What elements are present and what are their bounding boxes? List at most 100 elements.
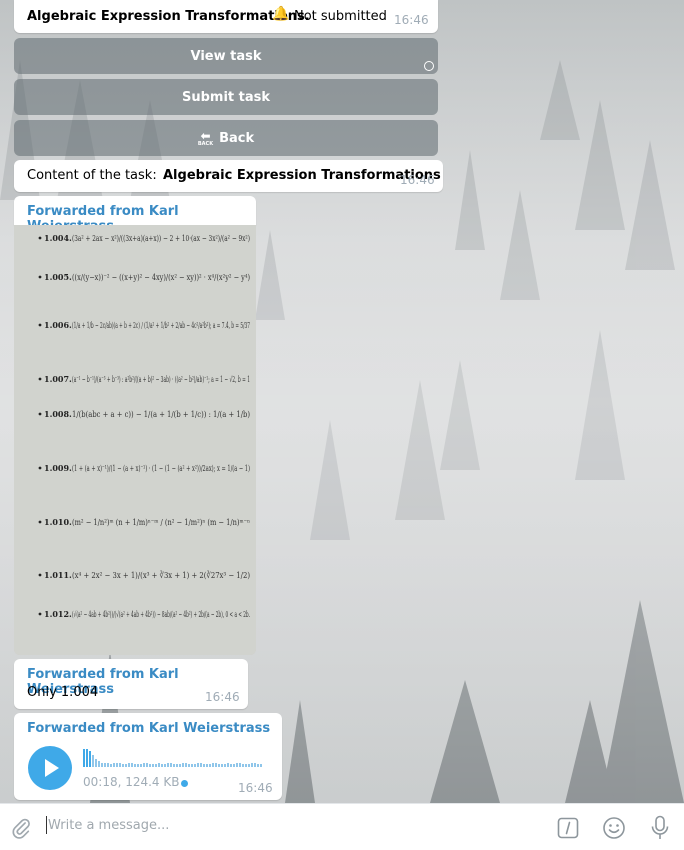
exercise-expression: (m² − 1/n²)ᵐ (n + 1/m)ⁿ⁻ᵐ / (n² − 1/m²)ⁿ… (72, 518, 250, 527)
exercise-number: 1.006. (44, 320, 72, 330)
waveform-bar (107, 763, 109, 767)
waveform-bar (239, 763, 241, 767)
exercise-expression: (1/a + 1/b − 2c/ab)(a + b + 2c) / (1/a² … (72, 321, 250, 330)
waveform-bar (236, 763, 238, 767)
waveform-bar (221, 764, 223, 767)
waveform-bar (173, 764, 175, 767)
exercise-expression: (x⁴ + 2x² − 3x + 1)/(x³ + ∛3x + 1) + 2(∛… (72, 570, 250, 580)
waveform-bar (185, 763, 187, 767)
submit-task-label: Submit task (181, 89, 271, 105)
waveform-bar (224, 764, 226, 767)
exercise-expression: 1/(b(abc + a + c)) − 1/(a + 1/(b + 1/c))… (72, 410, 250, 419)
waveform-bar (200, 763, 202, 767)
waveform-bar (116, 763, 118, 767)
waveform-bar (242, 764, 244, 767)
waveform-bar (176, 764, 178, 767)
waveform-bar (203, 764, 205, 767)
waveform-bar (233, 764, 235, 767)
clock-icon (424, 61, 434, 71)
waveform-bar (218, 764, 220, 767)
view-task-button[interactable]: View task (14, 38, 438, 74)
back-label: Back (219, 130, 255, 146)
task-status-message: Algebraic Expression Transformations. 🔔 … (14, 0, 438, 33)
message-input[interactable]: Write a message... (48, 818, 169, 833)
waveform-bar (215, 763, 217, 767)
waveform-bar (92, 755, 94, 767)
waveform-bar (209, 764, 211, 767)
message-time: 16:46 (394, 13, 429, 27)
forwarded-text-message: Forwarded from Karl Weierstrass Only 1.0… (14, 659, 248, 709)
exercise-expression: (1 + (a + x)⁻¹)/(1 − (a + x)⁻¹) · (1 − (… (72, 464, 250, 473)
waveform-bar (86, 749, 88, 767)
message-text: Only 1.004 (27, 685, 99, 700)
task-title: Algebraic Expression Transformations. (27, 9, 310, 24)
waveform-bar (245, 764, 247, 767)
waveform-bar (134, 764, 136, 767)
waveform-bar (113, 763, 115, 767)
waveform-bar (197, 763, 199, 767)
waveform-bar (194, 764, 196, 767)
task-content-message: Content of the task: Algebraic Expressio… (14, 160, 443, 192)
waveform-bar (137, 764, 139, 767)
waveform-bar (257, 764, 259, 767)
exercise-photo[interactable]: 1.004. (3a² + 2ax − x²)/((3x+a)(a+x)) − 2… (14, 225, 256, 655)
attach-icon[interactable] (10, 817, 32, 839)
unplayed-dot (181, 780, 188, 787)
waveform-bar (155, 764, 157, 767)
waveform-bar (164, 764, 166, 767)
waveform-bar (254, 763, 256, 767)
view-task-label: View task (190, 48, 262, 64)
waveform-bar (83, 749, 85, 767)
waveform-bar (131, 763, 133, 767)
exercise-bullet (38, 412, 42, 416)
exercise-number: 1.009. (44, 463, 72, 473)
waveform-bar (152, 764, 154, 767)
microphone-icon[interactable] (650, 815, 670, 841)
forwarded-from-label[interactable]: Forwarded from Karl Weierstrass (27, 721, 270, 736)
emoji-icon[interactable] (602, 816, 626, 840)
exercise-number: 1.004. (44, 233, 72, 243)
forwarded-photo-message: Forwarded from Karl Weierstrass (14, 196, 256, 234)
waveform-bar (146, 763, 148, 767)
waveform-bar (125, 764, 127, 767)
exercise-bullet (38, 612, 42, 616)
exercise-bullet (38, 520, 42, 524)
message-time: 16:46 (205, 690, 240, 704)
back-icon-text: BACK (197, 140, 214, 147)
exercise-bullet (38, 377, 42, 381)
back-button[interactable]: ⬅ BACK Back (14, 120, 438, 156)
exercise-number: 1.007. (44, 374, 72, 384)
bell-icon: 🔔 (272, 6, 290, 22)
waveform-bar (230, 764, 232, 767)
waveform-bar (149, 764, 151, 767)
waveform-bar (227, 763, 229, 767)
waveform-bar (179, 764, 181, 767)
submission-status: Not submitted (294, 9, 387, 24)
message-composer: Write a message... (0, 803, 684, 850)
exercise-number: 1.011. (44, 570, 72, 580)
exercise-number: 1.010. (44, 517, 72, 527)
waveform-bar (191, 764, 193, 767)
exercise-bullet (38, 466, 42, 470)
exercise-bullet (38, 275, 42, 279)
waveform-bar (122, 764, 124, 767)
back-arrow-icon: ⬅ BACK (197, 128, 214, 147)
exercise-expression: (3a² + 2ax − x²)/((3x+a)(a+x)) − 2 + 10·… (72, 234, 250, 243)
exercise-expression: (a⁻¹ − b⁻¹)/(a⁻³ + b⁻³) : a²b²/((a + b)²… (72, 375, 250, 384)
waveform-bar (248, 764, 250, 767)
waveform-bar (260, 764, 262, 767)
exercise-expression: (√(a² − 4ab + 4b²))/(√(a² + 4ab + 4b²)) … (72, 610, 250, 619)
bot-commands-icon[interactable] (557, 817, 579, 839)
forwarded-voice-message: Forwarded from Karl Weierstrass 00:18, 1… (14, 713, 282, 800)
waveform-bar (167, 763, 169, 767)
text-caret (46, 816, 47, 834)
waveform-bar (119, 763, 121, 767)
waveform-bar (95, 759, 97, 767)
exercise-number: 1.005. (44, 272, 72, 282)
message-time: 16:46 (238, 781, 273, 795)
waveform-bar (182, 763, 184, 767)
waveform-bar (98, 761, 100, 767)
play-button[interactable] (28, 746, 72, 790)
submit-task-button[interactable]: Submit task (14, 79, 438, 115)
voice-waveform[interactable] (83, 747, 269, 769)
